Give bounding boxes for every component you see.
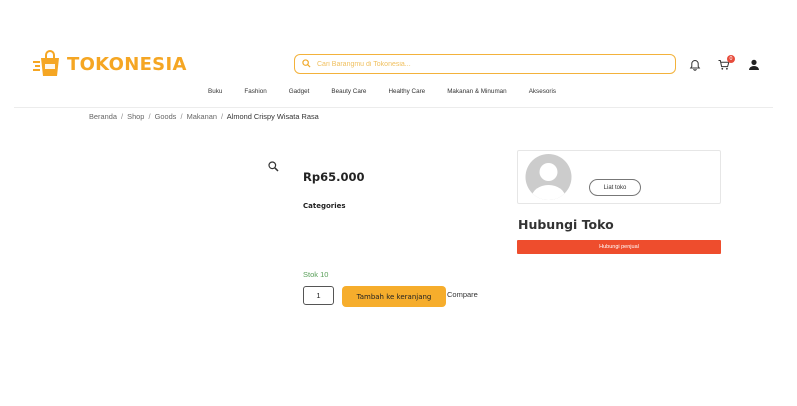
breadcrumb-separator: / bbox=[221, 112, 224, 121]
contact-store-title: Hubungi Toko bbox=[518, 217, 614, 232]
breadcrumb-home[interactable]: Beranda bbox=[89, 112, 117, 121]
stock-status: Stok 10 bbox=[303, 270, 329, 279]
nav-item-gadget[interactable]: Gadget bbox=[289, 88, 310, 95]
breadcrumb: Beranda / Shop / Goods / Makanan / Almon… bbox=[89, 112, 319, 121]
breadcrumb-goods[interactable]: Goods bbox=[155, 112, 177, 121]
categories-label: Categories bbox=[303, 202, 346, 210]
nav-item-buku[interactable]: Buku bbox=[208, 88, 222, 95]
nav-item-beauty-care[interactable]: Beauty Care bbox=[331, 88, 366, 95]
quantity-input[interactable] bbox=[303, 286, 334, 305]
search-bar[interactable] bbox=[294, 54, 676, 74]
header-divider bbox=[14, 107, 773, 108]
brand-logo[interactable]: TOKONESIA bbox=[33, 50, 187, 78]
contact-seller-button[interactable]: Hubungi penjual bbox=[517, 240, 721, 254]
compare-link[interactable]: Compare bbox=[447, 290, 478, 299]
product-price: Rp65.000 bbox=[303, 170, 365, 184]
user-icon[interactable] bbox=[748, 58, 760, 70]
shopping-bag-icon bbox=[33, 50, 61, 78]
nav-item-aksesoris[interactable]: Aksesoris bbox=[529, 88, 556, 95]
breadcrumb-current: Almond Crispy Wisata Rasa bbox=[226, 112, 319, 121]
bell-icon[interactable] bbox=[689, 58, 701, 71]
avatar-placeholder-icon bbox=[522, 154, 575, 200]
cart-count-badge: 0 bbox=[727, 55, 735, 63]
visit-store-button[interactable]: Liat toko bbox=[589, 179, 641, 196]
breadcrumb-shop[interactable]: Shop bbox=[127, 112, 144, 121]
nav-item-makanan-minuman[interactable]: Makanan & Minuman bbox=[447, 88, 507, 95]
store-card: Liat toko bbox=[517, 150, 721, 204]
add-to-cart-button[interactable]: Tambah ke keranjang bbox=[342, 286, 446, 307]
breadcrumb-separator: / bbox=[148, 112, 151, 121]
breadcrumb-separator: / bbox=[180, 112, 183, 121]
search-input[interactable] bbox=[317, 60, 657, 68]
category-nav: Buku Fashion Gadget Beauty Care Healthy … bbox=[208, 88, 578, 95]
nav-item-fashion[interactable]: Fashion bbox=[244, 88, 266, 95]
search-icon bbox=[302, 55, 311, 73]
breadcrumb-makanan[interactable]: Makanan bbox=[187, 112, 217, 121]
brand-name: TOKONESIA bbox=[67, 53, 187, 75]
breadcrumb-separator: / bbox=[121, 112, 124, 121]
magnifier-icon[interactable] bbox=[268, 159, 279, 172]
nav-item-healthy-care[interactable]: Healthy Care bbox=[388, 88, 425, 95]
